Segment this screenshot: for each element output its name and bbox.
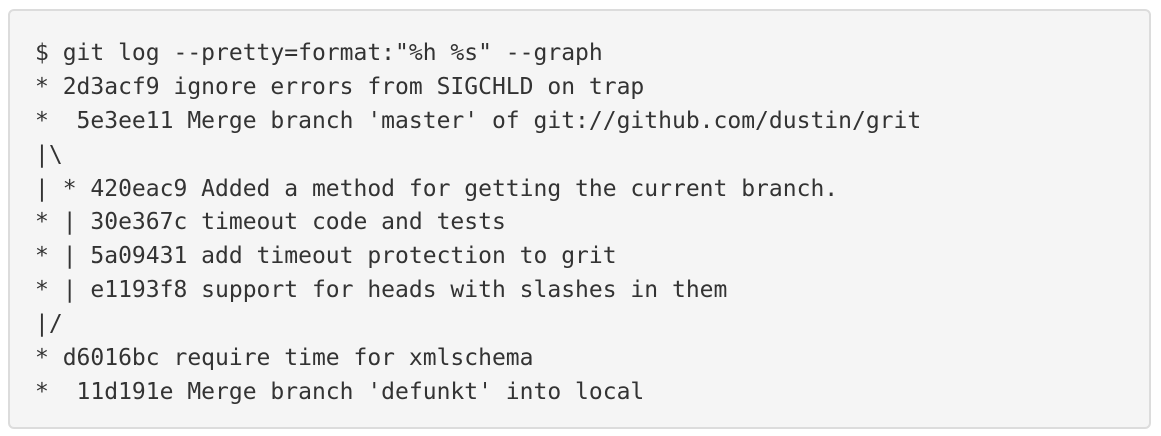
code-line-commit: | * 420eac9 Added a method for getting t… — [35, 175, 839, 202]
code-lines: $ git log --pretty=format:"%h %s" --grap… — [35, 37, 921, 410]
code-line-commit: * d6016bc require time for xmlschema — [35, 345, 534, 372]
code-line-command: $ git log --pretty=format:"%h %s" --grap… — [35, 40, 603, 66]
code-line-merge-commit: * 11d191e Merge branch 'defunkt' into lo… — [35, 378, 645, 405]
code-line-commit: * | 30e367c timeout code and tests — [35, 209, 506, 236]
code-line-commit: * 2d3acf9 ignore errors from SIGCHLD on … — [35, 73, 645, 100]
code-block: $ git log --pretty=format:"%h %s" --grap… — [8, 9, 1151, 429]
code-line-graph-branch: |\ — [35, 141, 63, 168]
code-line-graph-merge: |/ — [35, 311, 63, 338]
code-line-merge-commit: * 5e3ee11 Merge branch 'master' of git:/… — [35, 107, 922, 134]
code-line-commit: * | e1193f8 support for heads with slash… — [35, 277, 728, 304]
code-line-commit: * | 5a09431 add timeout protection to gr… — [35, 243, 617, 270]
